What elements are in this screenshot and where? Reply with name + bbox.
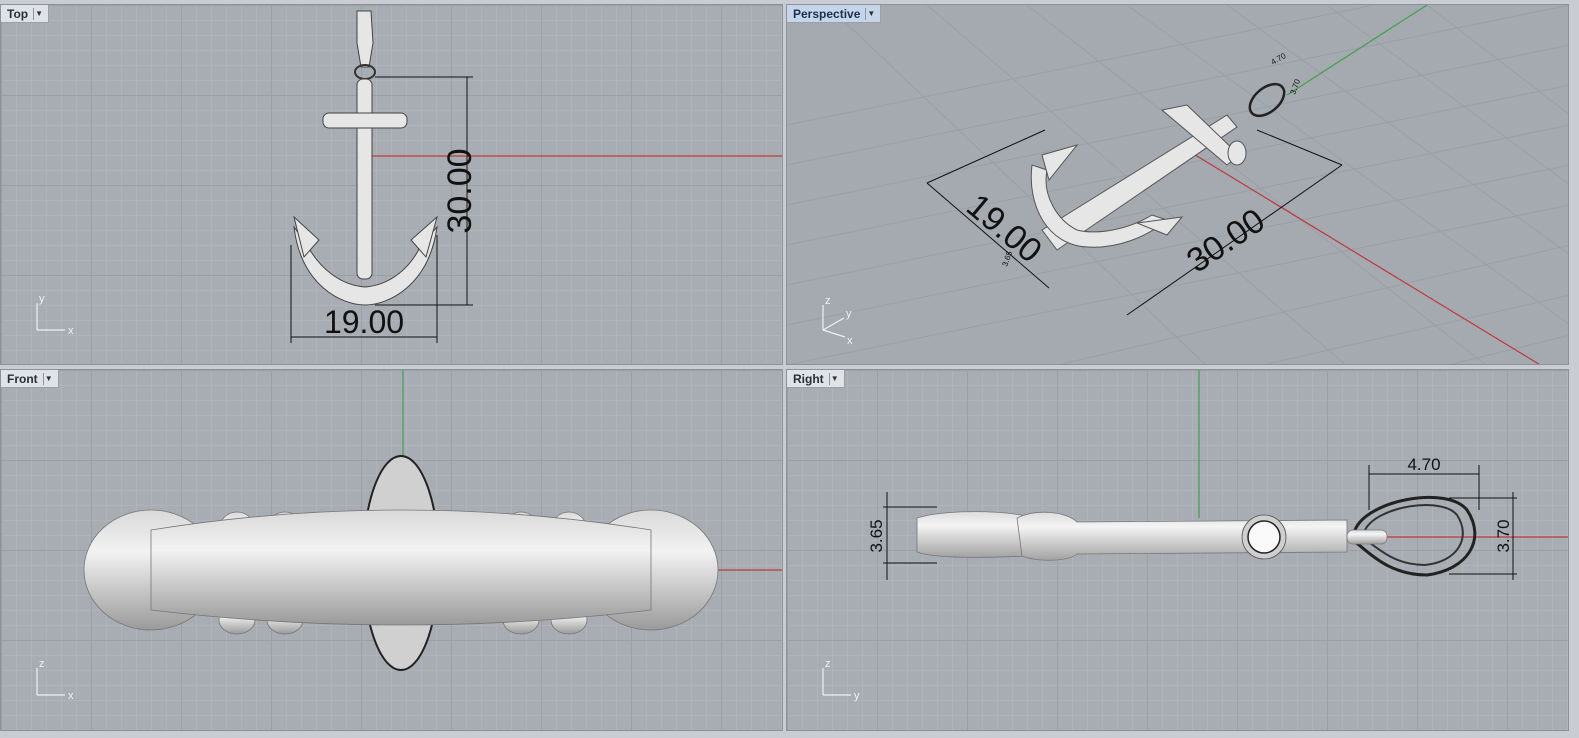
anchor-model-front	[83, 455, 719, 671]
arms-body	[150, 509, 652, 626]
axis-z-label: z	[825, 295, 831, 307]
bail-ring	[1248, 82, 1286, 118]
right-view-canvas: 4.70 3.65 3.70 z y	[822, 370, 1568, 702]
viewport-top[interactable]: Top ▼ 30.00 19.00 y x	[0, 4, 783, 365]
axis-y-label: y	[39, 293, 45, 305]
dimension-19-label: 19.00	[324, 304, 404, 340]
axis-x-label: x	[68, 325, 74, 337]
axis-gizmo-right	[822, 668, 851, 696]
shank	[356, 78, 373, 280]
axis-y-label: y	[846, 308, 852, 320]
axis-x-label: x	[68, 690, 74, 702]
bail	[356, 10, 374, 68]
chevron-down-icon[interactable]: ▼	[33, 7, 44, 20]
axis-z-label: z	[39, 658, 45, 670]
axis-z-label: z	[825, 658, 831, 670]
viewport-tab-front[interactable]: Front ▼	[1, 370, 59, 388]
axis-gizmo-perspective	[822, 305, 846, 338]
viewport-tab-top[interactable]: Top ▼	[1, 5, 50, 23]
viewport-right[interactable]: Right ▼ 4.70 3.65 3.70 z y	[786, 369, 1569, 731]
front-view-canvas: z x	[36, 370, 782, 702]
viewport-tab-perspective[interactable]: Perspective ▼	[787, 5, 882, 23]
axis-x-label: x	[847, 335, 853, 347]
stock-end	[1247, 520, 1281, 554]
anchor-model-top	[293, 10, 438, 306]
dimension-30-label: 30.00	[441, 148, 479, 233]
chevron-down-icon[interactable]: ▼	[828, 372, 840, 385]
viewport-title: Front	[7, 371, 38, 386]
anchor-model-right	[916, 495, 1477, 577]
fluke-left	[1041, 144, 1079, 182]
dimension-470-label: 4.70	[1407, 455, 1440, 474]
axis-y-label: y	[854, 690, 860, 702]
viewport-title: Top	[7, 6, 29, 21]
dimension-365-label: 3.65	[867, 519, 886, 552]
axis-gizmo-top	[36, 303, 65, 331]
top-view-canvas: 30.00 19.00 y x	[36, 10, 782, 343]
viewport-front[interactable]: Front ▼ z x	[0, 369, 783, 731]
perspective-canvas: 19.00 30.00 4.70 3.70 3.65 z y x	[787, 5, 1568, 364]
stock-end-right	[1227, 140, 1247, 166]
viewport-title: Perspective	[793, 6, 861, 21]
axis-gizmo-front	[36, 668, 65, 696]
chevron-down-icon[interactable]: ▼	[42, 372, 54, 385]
viewport-title: Right	[793, 371, 824, 386]
viewport-tab-right[interactable]: Right ▼	[787, 370, 845, 388]
dimension-370-label: 3.70	[1494, 519, 1513, 552]
shank	[1016, 511, 1348, 561]
stock	[322, 112, 408, 129]
chevron-down-icon[interactable]: ▼	[865, 7, 876, 20]
viewport-perspective[interactable]: Perspective ▼ 19.00 30.00 4.70 3.70 3.65…	[786, 4, 1569, 365]
x-axis-line	[1186, 149, 1540, 364]
